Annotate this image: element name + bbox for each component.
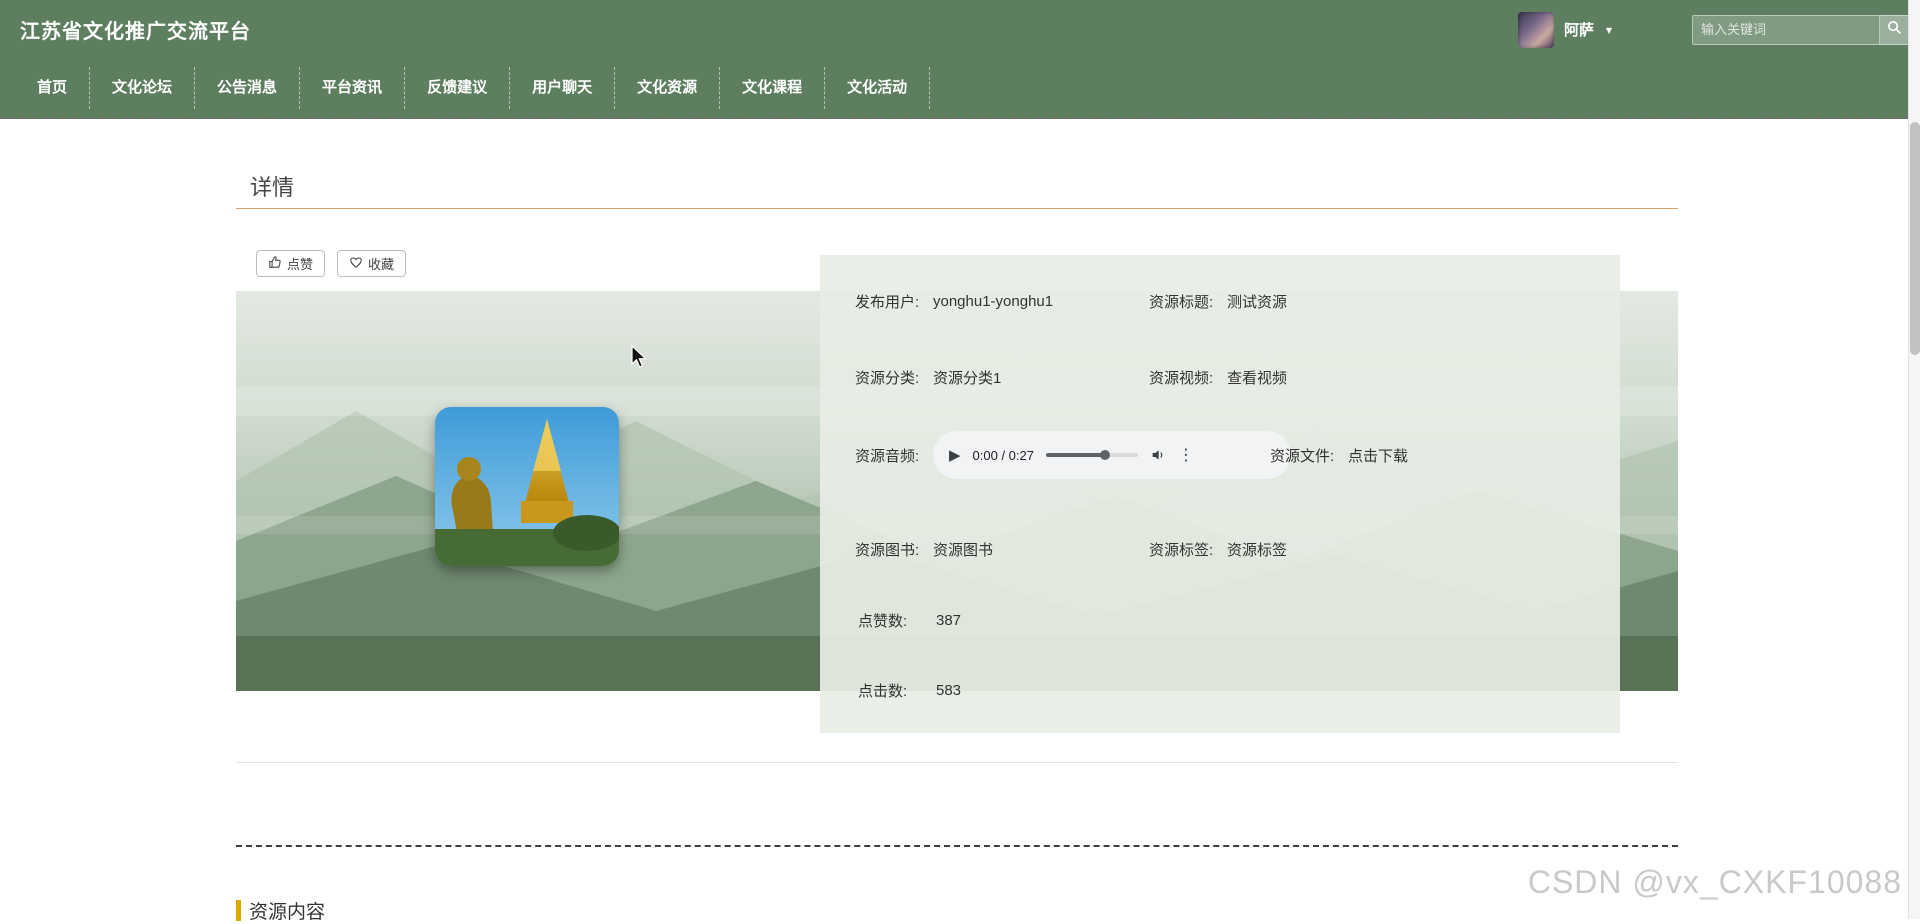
nav-item-resource[interactable]: 文化资源	[615, 67, 721, 109]
audio-seek-thumb[interactable]	[1100, 450, 1110, 460]
view-video-link[interactable]: 查看视频	[1227, 367, 1287, 388]
vertical-scrollbar[interactable]	[1908, 0, 1920, 919]
book-label: 资源图书:	[855, 542, 920, 559]
pagoda-photo	[435, 407, 619, 566]
resource-title-label: 资源标题:	[1149, 294, 1214, 311]
site-title: 江苏省文化推广交流平台	[20, 21, 251, 43]
section-header: 资源内容	[236, 897, 325, 924]
nav-item-news[interactable]: 平台资讯	[300, 67, 406, 109]
nav-item-activity[interactable]: 文化活动	[825, 67, 931, 109]
audio-label: 资源音频:	[855, 447, 920, 465]
publisher-label: 发布用户:	[855, 294, 920, 311]
audio-row: 资源音频: ▶ 0:00 / 0:27 ⋮ 资源文件: 点击下载	[820, 431, 1620, 479]
user-avatar[interactable]	[1517, 11, 1554, 48]
action-buttons: 点赞 收藏	[256, 250, 407, 277]
nav-item-course[interactable]: 文化课程	[720, 67, 826, 109]
nav-item-feedback[interactable]: 反馈建议	[405, 67, 511, 109]
dashed-divider	[236, 845, 1678, 847]
clicks-count-label: 点击数:	[858, 683, 908, 700]
book-value: 资源图书	[933, 542, 994, 559]
kebab-menu-icon[interactable]: ⋮	[1178, 445, 1194, 465]
thumbs-up-icon	[268, 255, 282, 272]
search-button[interactable]	[1880, 14, 1910, 45]
audio-seek-slider[interactable]	[1046, 450, 1138, 460]
header-right-cluster: 阿萨 ▾	[1517, 0, 1910, 59]
like-button[interactable]: 点赞	[256, 250, 326, 277]
audio-progress-fill	[1046, 453, 1104, 457]
header-search	[1692, 14, 1910, 45]
search-input[interactable]	[1692, 14, 1880, 45]
title-underline	[236, 208, 1678, 209]
section-title: 资源内容	[249, 902, 326, 923]
content-divider	[236, 762, 1678, 763]
scrollbar-thumb[interactable]	[1910, 122, 1920, 355]
favorite-label: 收藏	[368, 257, 395, 272]
tag-value: 资源标签	[1227, 542, 1288, 559]
page-title: 详情	[250, 175, 295, 200]
csdn-watermark: CSDN @vx_CXKF10088	[1527, 864, 1902, 900]
heart-icon	[349, 255, 363, 272]
chevron-down-icon[interactable]: ▾	[1606, 23, 1612, 37]
play-icon[interactable]: ▶	[949, 448, 961, 463]
username[interactable]: 阿萨	[1564, 19, 1594, 40]
main-nav: 首页 文化论坛 公告消息 平台资讯 反馈建议 用户聊天 文化资源 文化课程 文化…	[0, 59, 1920, 119]
nav-item-notice[interactable]: 公告消息	[195, 67, 301, 109]
volume-icon[interactable]	[1150, 447, 1166, 463]
likes-count-label: 点赞数:	[858, 613, 908, 630]
audio-time: 0:00 / 0:27	[972, 447, 1034, 463]
audio-player[interactable]: ▶ 0:00 / 0:27 ⋮	[933, 431, 1291, 479]
resource-thumbnail-image[interactable]	[435, 407, 619, 566]
favorite-button[interactable]: 收藏	[337, 250, 407, 277]
likes-count-value: 387	[936, 612, 962, 629]
search-icon	[1887, 20, 1902, 40]
nav-item-chat[interactable]: 用户聊天	[510, 67, 616, 109]
resource-detail-panel: 发布用户: yonghu1-yonghu1 资源标题: 测试资源 资源分类: 资…	[820, 255, 1620, 733]
category-value: 资源分类1	[933, 370, 1002, 387]
publisher-value: yonghu1-yonghu1	[933, 293, 1054, 310]
download-link[interactable]: 点击下载	[1348, 445, 1408, 466]
tag-label: 资源标签:	[1149, 542, 1214, 559]
resource-title-value: 测试资源	[1227, 294, 1288, 311]
category-label: 资源分类:	[855, 370, 920, 387]
top-header: 江苏省文化推广交流平台 阿萨 ▾	[0, 0, 1920, 59]
file-label: 资源文件:	[1270, 447, 1335, 465]
video-label: 资源视频:	[1149, 370, 1214, 387]
like-label: 点赞	[287, 257, 314, 272]
nav-item-forum[interactable]: 文化论坛	[90, 67, 196, 109]
clicks-count-value: 583	[936, 682, 962, 699]
section-accent-bar	[236, 900, 241, 921]
mouse-cursor	[630, 344, 652, 374]
nav-item-home[interactable]: 首页	[14, 67, 91, 109]
